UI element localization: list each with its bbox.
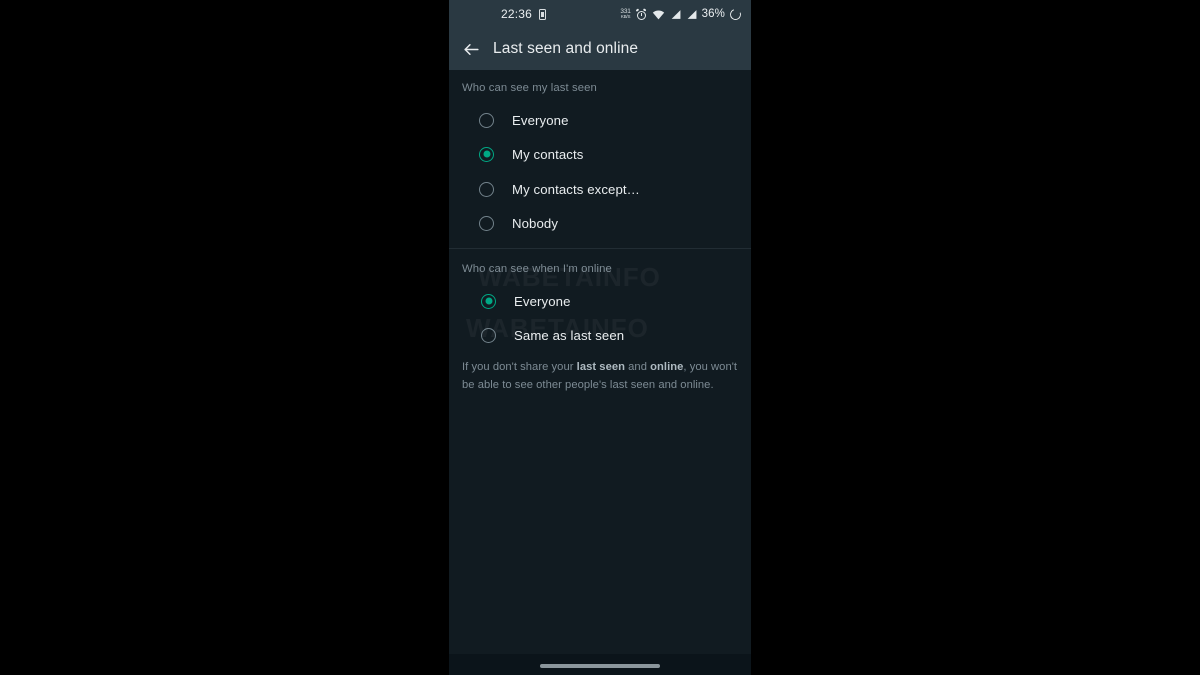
section-divider — [449, 248, 751, 249]
gesture-nav-bar — [449, 654, 751, 675]
gesture-navigation-pill[interactable] — [540, 664, 660, 668]
radio-option-label: My contacts except… — [512, 181, 640, 197]
radio-option-my-contacts[interactable]: My contacts — [479, 139, 583, 169]
radio-option-label: Everyone — [512, 112, 569, 128]
data-rate-icon: 331 KB/S — [620, 8, 631, 20]
status-bar-right: 331 KB/S 36% — [620, 0, 743, 28]
radio-option-label: Nobody — [512, 215, 559, 231]
radio-option-online-everyone[interactable]: Everyone — [481, 286, 571, 316]
settings-content: Who can see my last seen Everyone My con… — [449, 70, 751, 655]
battery-percent-label: 36% — [701, 8, 725, 20]
privacy-footnote: If you don't share your last seen and on… — [462, 358, 738, 394]
page-title: Last seen and online — [493, 40, 639, 57]
footnote-bold-last-seen: last seen — [576, 361, 625, 373]
sim-card-icon — [539, 8, 547, 20]
radio-option-nobody[interactable]: Nobody — [479, 208, 558, 238]
radio-option-label: Same as last seen — [514, 327, 625, 343]
radio-icon[interactable] — [479, 112, 494, 128]
radio-icon-selected[interactable] — [479, 146, 494, 162]
radio-option-everyone[interactable]: Everyone — [479, 105, 569, 135]
radio-option-same-as-last-seen[interactable]: Same as last seen — [481, 320, 624, 350]
section-header-online: Who can see when I'm online — [462, 263, 612, 275]
wifi-icon — [652, 9, 665, 20]
footnote-part-1: If you don't share your — [462, 361, 577, 373]
back-arrow-icon[interactable] — [449, 28, 493, 70]
radio-option-label: Everyone — [514, 293, 571, 309]
battery-ring-icon — [728, 6, 743, 22]
status-bar-left: 22:36 — [501, 0, 547, 28]
status-bar-clock: 22:36 — [501, 7, 533, 21]
footnote-part-2: and — [625, 361, 651, 373]
radio-option-my-contacts-except[interactable]: My contacts except… — [479, 174, 640, 204]
radio-icon-selected[interactable] — [481, 293, 496, 309]
screenshot-canvas: 22:36 331 KB/S 36% Last seen and online … — [0, 0, 1200, 675]
radio-option-label: My contacts — [512, 146, 584, 162]
section-header-last-seen: Who can see my last seen — [462, 82, 597, 94]
footnote-bold-online: online — [650, 361, 684, 373]
cellular-signal-icon-secondary — [686, 9, 697, 20]
radio-icon[interactable] — [479, 181, 494, 197]
status-bar: 22:36 331 KB/S 36% — [449, 0, 751, 28]
cellular-signal-icon — [670, 9, 681, 20]
data-rate-unit: KB/S — [620, 14, 631, 19]
radio-icon[interactable] — [481, 327, 496, 343]
app-bar: Last seen and online — [449, 28, 751, 70]
radio-icon[interactable] — [479, 215, 494, 231]
phone-screen: 22:36 331 KB/S 36% Last seen and online … — [449, 0, 751, 675]
alarm-clock-icon — [635, 7, 648, 20]
